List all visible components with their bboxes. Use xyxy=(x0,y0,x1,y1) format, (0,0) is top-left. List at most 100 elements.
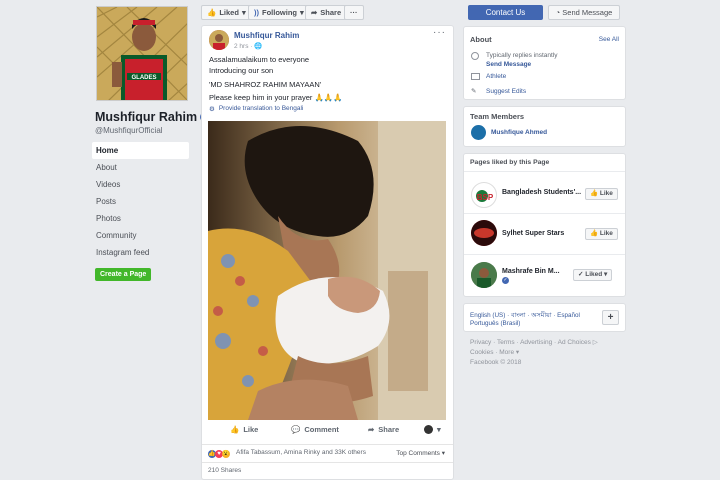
page-handle[interactable]: @MushfiqurOfficial xyxy=(95,126,163,135)
about-send-message-link[interactable]: Send Message xyxy=(486,61,531,68)
check-icon: ✓ xyxy=(578,271,584,278)
profile-picture[interactable]: GLADES xyxy=(96,6,188,101)
following-label: Following xyxy=(262,8,297,17)
post-text-line: Please keep him in your prayer 🙏🙏🙏 xyxy=(209,93,343,102)
share-page-button[interactable]: ➦ Share xyxy=(305,5,348,20)
comment-action-label: Comment xyxy=(304,425,339,434)
liked-pages-card: Pages liked by this Page BSP Bangladesh … xyxy=(463,153,626,297)
page-thumbnail[interactable] xyxy=(471,262,497,288)
top-comments-dropdown[interactable]: Top Comments ▾ xyxy=(396,449,445,457)
liked-pages-title: Pages liked by this Page xyxy=(470,159,550,166)
liked-page-name[interactable]: Sylhet Super Stars xyxy=(502,230,564,237)
liked-page-name[interactable]: Mashrafe Bin M... xyxy=(502,268,560,275)
reaction-icons: 👍 ♥ 😮 xyxy=(208,450,230,458)
svg-text:GLADES: GLADES xyxy=(131,75,156,81)
contact-us-button[interactable]: Contact Us xyxy=(468,5,543,20)
reactions-bar[interactable]: 👍 ♥ 😮 Afifa Tabassum, Amina Rinky and 33… xyxy=(202,444,453,462)
more-options-button[interactable]: ··· xyxy=(344,5,364,20)
page-title: Mushfiqur Rahim ✓ xyxy=(95,110,211,124)
nav-item-photos[interactable]: Photos xyxy=(92,210,189,227)
translate-label: Provide translation to Bengali xyxy=(218,105,304,112)
divider xyxy=(464,254,625,255)
share-label: Share xyxy=(320,8,342,17)
globe-icon: 🌐 xyxy=(254,43,263,50)
clock-icon xyxy=(471,52,479,60)
team-member-avatar[interactable] xyxy=(471,125,486,140)
page-name-text: Mushfiqur Rahim xyxy=(95,110,198,124)
liked-page-name[interactable]: Bangladesh Students'... xyxy=(502,189,581,196)
folder-icon xyxy=(471,73,480,80)
add-language-button[interactable]: + xyxy=(602,310,619,325)
like-action-button[interactable]: 👍 Like xyxy=(230,425,258,434)
share-action-label: Share xyxy=(378,425,400,434)
post-card: Mushfiqur Rahim 2 hrs · 🌐 ··· Assalamual… xyxy=(201,25,454,480)
team-members-title: Team Members xyxy=(470,112,525,121)
like-page-button[interactable]: 👍 Like xyxy=(585,228,618,240)
nav-item-posts[interactable]: Posts xyxy=(92,193,189,210)
send-message-label: Send Message xyxy=(562,8,613,17)
post-time-text: 2 hrs · xyxy=(234,43,253,50)
post-timestamp[interactable]: 2 hrs · 🌐 xyxy=(234,42,262,50)
response-time-text: Typically replies instantly xyxy=(486,52,558,59)
post-options-menu[interactable]: ··· xyxy=(433,27,446,38)
footer-links[interactable]: Privacy · Terms · Advertising · Ad Choic… xyxy=(470,338,620,348)
rss-icon: )) xyxy=(254,8,259,17)
page-thumbnail[interactable]: BSP xyxy=(471,182,497,208)
gear-icon: ⚙ xyxy=(209,106,215,113)
like-action-label: Like xyxy=(243,425,259,434)
pencil-icon: ✎ xyxy=(471,88,477,95)
team-members-card: Team Members Mushfique Ahmed xyxy=(463,106,626,147)
svg-text:BSP: BSP xyxy=(477,193,494,202)
thumbs-up-icon: 👍 xyxy=(590,230,599,237)
liked-button[interactable]: 👍 Liked ▾ xyxy=(201,5,252,20)
share-arrow-icon: ➦ xyxy=(311,8,318,17)
nav-item-home[interactable]: Home xyxy=(92,142,189,159)
comment-action-button[interactable]: 💬 Comment xyxy=(291,425,339,434)
suggest-edits-link[interactable]: Suggest Edits xyxy=(486,88,526,95)
like-page-label: Like xyxy=(599,190,613,197)
language-list-extra[interactable]: Português (Brasil) xyxy=(470,320,520,327)
thumbs-up-icon: 👍 xyxy=(207,8,217,17)
nav-item-community[interactable]: Community xyxy=(92,227,189,244)
thumbs-up-icon: 👍 xyxy=(230,425,240,434)
post-author-name[interactable]: Mushfiqur Rahim xyxy=(234,31,299,40)
about-card: About See All Typically replies instantl… xyxy=(463,26,626,100)
category-link[interactable]: Athlete xyxy=(486,73,506,80)
translate-link[interactable]: ⚙ Provide translation to Bengali xyxy=(209,105,303,113)
nav-item-instagram-feed[interactable]: Instagram feed xyxy=(92,244,189,261)
page-avatar-icon xyxy=(424,425,433,434)
like-page-label: Like xyxy=(599,230,613,237)
liked-page-label: Liked ▾ xyxy=(585,271,608,278)
thumbs-up-icon: 👍 xyxy=(590,190,599,197)
see-all-link[interactable]: See All xyxy=(599,36,619,43)
nav-item-about[interactable]: About xyxy=(92,159,189,176)
divider xyxy=(202,462,453,463)
share-arrow-icon: ➦ xyxy=(368,425,375,434)
post-text-line: Introducing our son xyxy=(209,66,274,75)
divider xyxy=(464,213,625,214)
page-thumbnail[interactable] xyxy=(471,220,497,246)
comment-bubble-icon: 💬 xyxy=(291,425,301,434)
like-page-button[interactable]: 👍 Like xyxy=(585,188,618,200)
post-as-selector[interactable]: ▾ xyxy=(424,425,441,434)
verified-badge-icon: ✓ xyxy=(502,277,509,284)
post-author-avatar[interactable] xyxy=(209,30,229,50)
following-button[interactable]: )) Following ▾ xyxy=(248,5,310,20)
share-action-button[interactable]: ➦ Share xyxy=(368,425,399,434)
send-message-button[interactable]: ◔ Send Message xyxy=(548,5,620,20)
language-card: English (US) · বাংলা · অসমীয়া · Español… xyxy=(463,303,626,332)
post-photo[interactable] xyxy=(208,121,446,420)
create-page-button[interactable]: Create a Page xyxy=(95,268,152,281)
divider xyxy=(464,171,625,172)
chevron-down-icon: ▾ xyxy=(241,8,246,17)
nav-item-videos[interactable]: Videos xyxy=(92,176,189,193)
post-text-line: Assalamualaikum to everyone xyxy=(209,55,310,64)
liked-page-button[interactable]: ✓ Liked ▾ xyxy=(573,269,613,281)
footer: Privacy · Terms · Advertising · Ad Choic… xyxy=(470,338,620,368)
shares-count[interactable]: 210 Shares xyxy=(208,467,241,474)
wow-reaction-icon: 😮 xyxy=(222,450,230,458)
reactions-summary[interactable]: Afifa Tabassum, Amina Rinky and 33K othe… xyxy=(236,449,366,456)
copyright-text: Facebook © 2018 xyxy=(470,359,522,366)
footer-links-more[interactable]: Cookies · More ▾ xyxy=(470,348,620,358)
team-member-name[interactable]: Mushfique Ahmed xyxy=(491,129,547,136)
